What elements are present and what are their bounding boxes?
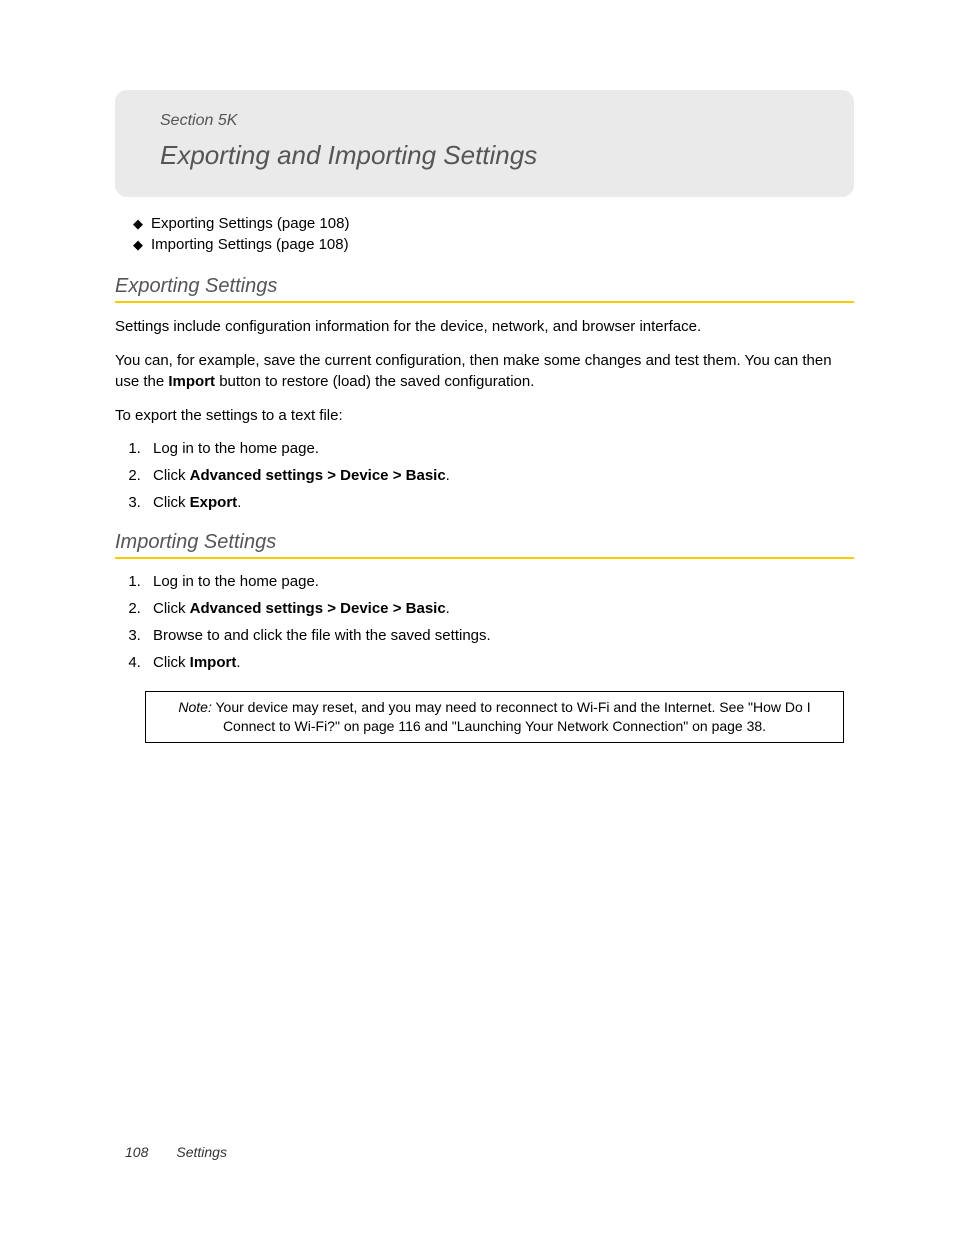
step-text: Browse to and click the file with the sa… <box>153 627 491 644</box>
paragraph: To export the settings to a text file: <box>115 406 854 426</box>
bold-text: Device <box>340 467 388 484</box>
chapter-name: Settings <box>176 1144 227 1160</box>
bold-text: Export <box>190 494 238 511</box>
bold-text: Import <box>168 373 215 390</box>
text-run: . <box>237 494 241 511</box>
step-item: Log in to the home page. <box>145 440 854 457</box>
text-run: Click <box>153 654 190 671</box>
step-item: Click Import. <box>145 654 854 671</box>
bold-text: Basic <box>406 600 446 617</box>
text-run: Click <box>153 494 190 511</box>
heading-importing-settings: Importing Settings <box>115 531 854 559</box>
toc-item: ◆ Exporting Settings (page 108) <box>133 215 854 232</box>
toc-item-label: Exporting Settings (page 108) <box>151 215 349 232</box>
table-of-contents: ◆ Exporting Settings (page 108) ◆ Importin… <box>133 215 854 253</box>
text-run: . <box>446 600 450 617</box>
toc-item: ◆ Importing Settings (page 108) <box>133 236 854 253</box>
step-text: Log in to the home page. <box>153 440 319 457</box>
text-run: . <box>446 467 450 484</box>
section-header-box: Section 5K Exporting and Importing Setti… <box>115 90 854 197</box>
note-box: Note: Your device may reset, and you may… <box>145 691 844 743</box>
step-item: Click Advanced settings > Device > Basic… <box>145 467 854 484</box>
step-item: Log in to the home page. <box>145 573 854 590</box>
step-item: Click Advanced settings > Device > Basic… <box>145 600 854 617</box>
step-item: Browse to and click the file with the sa… <box>145 627 854 644</box>
text-run: button to restore (load) the saved confi… <box>215 373 534 390</box>
toc-item-label: Importing Settings (page 108) <box>151 236 349 253</box>
section-label: Section 5K <box>160 112 824 130</box>
text-run: . <box>236 654 240 671</box>
bold-text: Advanced settings <box>190 467 323 484</box>
note-text: Your device may reset, and you may need … <box>212 699 811 734</box>
paragraph: You can, for example, save the current c… <box>115 351 854 392</box>
document-page: Section 5K Exporting and Importing Setti… <box>0 0 954 1235</box>
step-item: Click Export. <box>145 494 854 511</box>
bold-text: > <box>323 467 340 484</box>
importing-steps-list: Log in to the home page. Click Advanced … <box>125 573 854 671</box>
text-run: Click <box>153 600 190 617</box>
section-title: Exporting and Importing Settings <box>160 140 824 171</box>
step-text: Log in to the home page. <box>153 573 319 590</box>
bold-text: > <box>389 600 406 617</box>
paragraph: Settings include configuration informati… <box>115 317 854 337</box>
bold-text: > <box>389 467 406 484</box>
bold-text: Basic <box>406 467 446 484</box>
page-footer: 108 Settings <box>125 1144 227 1160</box>
diamond-bullet-icon: ◆ <box>133 237 145 253</box>
page-number: 108 <box>125 1144 148 1160</box>
bold-text: Device <box>340 600 388 617</box>
exporting-steps-list: Log in to the home page. Click Advanced … <box>125 440 854 511</box>
text-run: Click <box>153 467 190 484</box>
bold-text: Import <box>190 654 237 671</box>
bold-text: Advanced settings <box>190 600 323 617</box>
diamond-bullet-icon: ◆ <box>133 216 145 232</box>
bold-text: > <box>323 600 340 617</box>
note-label: Note: <box>178 699 211 715</box>
heading-exporting-settings: Exporting Settings <box>115 275 854 303</box>
